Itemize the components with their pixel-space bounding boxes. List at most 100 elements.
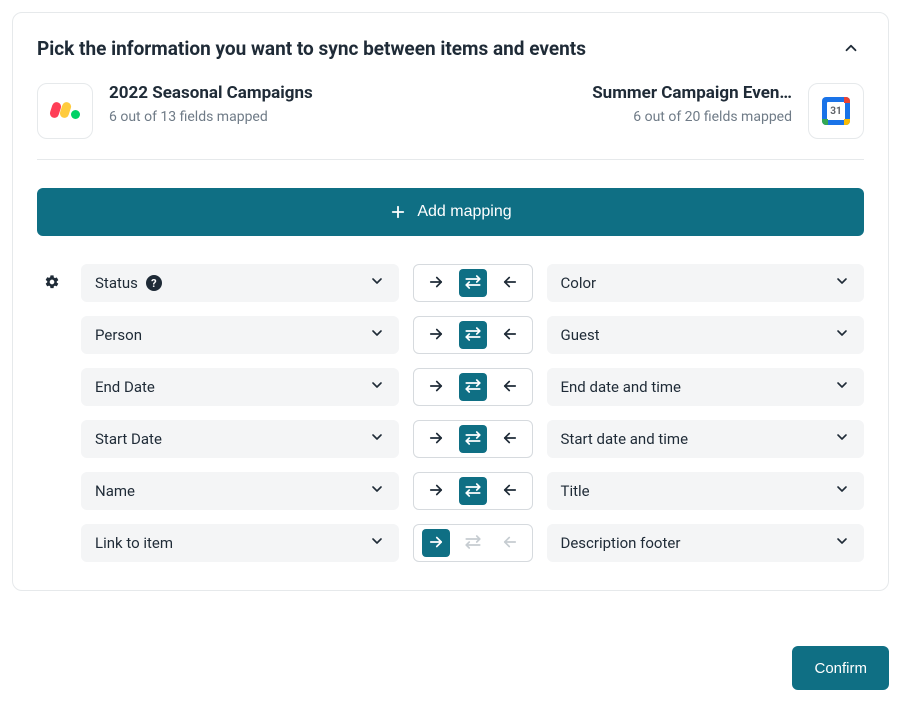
direction-right-button[interactable]: [422, 425, 450, 453]
arrow-both-icon: [464, 481, 482, 502]
left-field-select[interactable]: Person: [81, 316, 399, 354]
right-source: Summer Campaign Even… 6 out of 20 fields…: [459, 83, 865, 139]
direction-right-button[interactable]: [422, 529, 450, 557]
mapping-row: Link to item Description footer: [37, 524, 864, 562]
direction-both-button[interactable]: [459, 321, 487, 349]
left-source-subtitle: 6 out of 13 fields mapped: [109, 109, 313, 125]
monday-icon: [37, 83, 93, 139]
right-field-label: Description footer: [561, 534, 681, 552]
direction-right-button[interactable]: [422, 321, 450, 349]
arrow-right-icon: [427, 533, 445, 554]
gcal-day-label: 31: [827, 102, 845, 120]
left-field-label: Name: [95, 482, 135, 500]
row-settings-button[interactable]: [44, 274, 60, 293]
confirm-button[interactable]: Confirm: [792, 646, 889, 690]
arrow-right-icon: [427, 325, 445, 346]
card-header: Pick the information you want to sync be…: [37, 35, 864, 61]
left-source: 2022 Seasonal Campaigns 6 out of 13 fiel…: [37, 83, 443, 139]
right-field-select[interactable]: Guest: [547, 316, 865, 354]
left-field-label: Status: [95, 274, 138, 292]
left-field-select[interactable]: Status?: [81, 264, 399, 302]
chevron-up-icon: [842, 39, 860, 57]
direction-left-button[interactable]: [496, 373, 524, 401]
direction-left-button[interactable]: [496, 529, 524, 557]
direction-right-button[interactable]: [422, 269, 450, 297]
arrow-left-icon: [501, 429, 519, 450]
arrow-both-icon: [464, 325, 482, 346]
right-field-select[interactable]: Description footer: [547, 524, 865, 562]
google-calendar-icon: 31: [808, 83, 864, 139]
arrow-left-icon: [501, 533, 519, 554]
arrow-both-icon: [464, 273, 482, 294]
sources-row: 2022 Seasonal Campaigns 6 out of 13 fiel…: [37, 83, 864, 160]
direction-selector: [413, 472, 533, 510]
mapping-rows: Status? Color Person Guest End Date End date …: [37, 264, 864, 562]
right-field-label: Title: [561, 482, 590, 500]
left-field-label: Link to item: [95, 534, 173, 552]
add-mapping-button[interactable]: Add mapping: [37, 188, 864, 236]
arrow-left-icon: [501, 273, 519, 294]
right-source-text: Summer Campaign Even… 6 out of 20 fields…: [592, 83, 792, 125]
left-field-label: End Date: [95, 378, 155, 396]
mapping-row: Status? Color: [37, 264, 864, 302]
direction-both-button[interactable]: [459, 529, 487, 557]
left-field-label: Person: [95, 326, 142, 344]
right-field-select[interactable]: Start date and time: [547, 420, 865, 458]
direction-right-button[interactable]: [422, 477, 450, 505]
gcal-logo-icon: 31: [822, 97, 850, 125]
add-mapping-label: Add mapping: [417, 203, 511, 221]
direction-left-button[interactable]: [496, 321, 524, 349]
chevron-down-icon: [369, 377, 385, 397]
mapping-row: Name Title: [37, 472, 864, 510]
right-field-label: Color: [561, 274, 597, 292]
card-title: Pick the information you want to sync be…: [37, 37, 586, 60]
direction-left-button[interactable]: [496, 269, 524, 297]
help-icon[interactable]: ?: [146, 275, 162, 291]
left-field-select[interactable]: End Date: [81, 368, 399, 406]
chevron-down-icon: [369, 429, 385, 449]
direction-both-button[interactable]: [459, 269, 487, 297]
direction-selector: [413, 316, 533, 354]
chevron-down-icon: [369, 325, 385, 345]
direction-left-button[interactable]: [496, 477, 524, 505]
direction-both-button[interactable]: [459, 373, 487, 401]
collapse-button[interactable]: [838, 35, 864, 61]
arrow-both-icon: [464, 429, 482, 450]
direction-both-button[interactable]: [459, 477, 487, 505]
left-source-title: 2022 Seasonal Campaigns: [109, 83, 313, 103]
left-field-label: Start Date: [95, 430, 162, 448]
direction-selector: [413, 524, 533, 562]
monday-logo-icon: [51, 100, 79, 122]
right-field-label: Guest: [561, 326, 600, 344]
left-field-select[interactable]: Link to item: [81, 524, 399, 562]
right-field-select[interactable]: Color: [547, 264, 865, 302]
direction-selector: [413, 420, 533, 458]
mapping-row: End Date End date and time: [37, 368, 864, 406]
arrow-both-icon: [464, 533, 482, 554]
direction-both-button[interactable]: [459, 425, 487, 453]
arrow-left-icon: [501, 325, 519, 346]
arrow-right-icon: [427, 377, 445, 398]
right-source-title: Summer Campaign Even…: [592, 83, 792, 103]
right-source-subtitle: 6 out of 20 fields mapped: [592, 109, 792, 125]
left-field-select[interactable]: Name: [81, 472, 399, 510]
right-field-label: Start date and time: [561, 430, 689, 448]
chevron-down-icon: [834, 377, 850, 397]
direction-selector: [413, 368, 533, 406]
mapping-row: Start Date Start date and time: [37, 420, 864, 458]
direction-right-button[interactable]: [422, 373, 450, 401]
chevron-down-icon: [834, 533, 850, 553]
chevron-down-icon: [834, 429, 850, 449]
right-field-select[interactable]: Title: [547, 472, 865, 510]
arrow-right-icon: [427, 481, 445, 502]
arrow-left-icon: [501, 481, 519, 502]
direction-left-button[interactable]: [496, 425, 524, 453]
right-field-label: End date and time: [561, 378, 681, 396]
right-field-select[interactable]: End date and time: [547, 368, 865, 406]
row-gear-slot: [37, 274, 67, 293]
chevron-down-icon: [369, 273, 385, 293]
left-field-select[interactable]: Start Date: [81, 420, 399, 458]
direction-selector: [413, 264, 533, 302]
gear-icon: [44, 274, 60, 293]
arrow-right-icon: [427, 273, 445, 294]
